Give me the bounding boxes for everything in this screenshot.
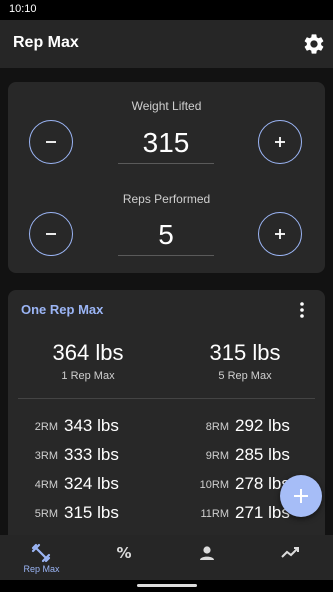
status-bar: 10:10 bbox=[0, 0, 333, 20]
five-rep-max-value: 315 lbs bbox=[209, 340, 281, 365]
nav-item-profile[interactable] bbox=[166, 535, 249, 580]
rm-key: 9RM bbox=[205, 450, 229, 462]
weight-decrement-button[interactable] bbox=[29, 120, 73, 164]
weight-increment-button[interactable] bbox=[258, 120, 302, 164]
reps-decrement-button[interactable] bbox=[29, 212, 73, 256]
five-rep-max-label: 5 Rep Max bbox=[218, 370, 272, 382]
rm-key: 5RM bbox=[34, 508, 58, 520]
add-button[interactable] bbox=[280, 475, 322, 517]
divider bbox=[18, 398, 315, 399]
gear-icon bbox=[304, 34, 324, 54]
rm-value: 315 lbs bbox=[64, 503, 119, 522]
rm-key: 11RM bbox=[200, 508, 229, 520]
minus-icon bbox=[46, 233, 56, 235]
rm-key: 3RM bbox=[34, 450, 58, 462]
weight-reps-card: Weight Lifted 315 Reps Performed 5 bbox=[8, 82, 325, 273]
trending-icon bbox=[281, 547, 299, 558]
person-icon bbox=[200, 546, 214, 560]
nav-item-percent[interactable]: % bbox=[83, 535, 166, 580]
one-rep-max-value: 364 lbs bbox=[52, 340, 124, 365]
reps-increment-button[interactable] bbox=[258, 212, 302, 256]
rm-value: 285 lbs bbox=[235, 445, 290, 464]
rm-value: 343 lbs bbox=[64, 416, 119, 435]
rm-key: 4RM bbox=[34, 479, 58, 491]
weight-label: Weight Lifted bbox=[131, 99, 202, 113]
minus-icon bbox=[46, 141, 56, 143]
nav-item-rep-max[interactable]: Rep Max bbox=[0, 535, 83, 580]
nav-label: Rep Max bbox=[23, 564, 60, 574]
rm-key: 2RM bbox=[34, 421, 58, 433]
percent-icon: % bbox=[116, 544, 131, 562]
nav-item-progress[interactable] bbox=[249, 535, 332, 580]
more-options-button[interactable] bbox=[295, 300, 309, 320]
reps-label: Reps Performed bbox=[122, 192, 211, 206]
status-time: 10:10 bbox=[9, 3, 37, 15]
settings-button[interactable] bbox=[302, 32, 326, 56]
bottom-navigation: Rep Max % bbox=[0, 535, 333, 580]
rm-value: 292 lbs bbox=[235, 416, 290, 435]
gesture-handle[interactable] bbox=[137, 584, 197, 587]
one-rep-max-title: One Rep Max bbox=[21, 302, 104, 317]
gesture-area bbox=[0, 580, 333, 592]
rm-key: 10RM bbox=[199, 479, 229, 491]
rep-max-icon bbox=[31, 543, 51, 563]
rm-key: 8RM bbox=[205, 421, 229, 433]
app-title: Rep Max bbox=[13, 34, 79, 51]
rm-value: 324 lbs bbox=[64, 474, 119, 493]
rm-value: 333 lbs bbox=[64, 445, 119, 464]
plus-icon bbox=[294, 489, 308, 503]
one-rep-max-card: One Rep Max 364 lbs 1 Rep Max 315 lbs 5 … bbox=[8, 290, 325, 550]
one-rep-max-label: 1 Rep Max bbox=[61, 370, 115, 382]
more-vert-icon bbox=[300, 302, 304, 318]
plus-icon bbox=[275, 137, 285, 147]
plus-icon bbox=[275, 229, 285, 239]
svg-text:%: % bbox=[116, 544, 131, 562]
reps-input[interactable]: 5 bbox=[118, 214, 214, 256]
app-bar: Rep Max bbox=[0, 20, 333, 68]
weight-input[interactable]: 315 bbox=[118, 122, 214, 164]
